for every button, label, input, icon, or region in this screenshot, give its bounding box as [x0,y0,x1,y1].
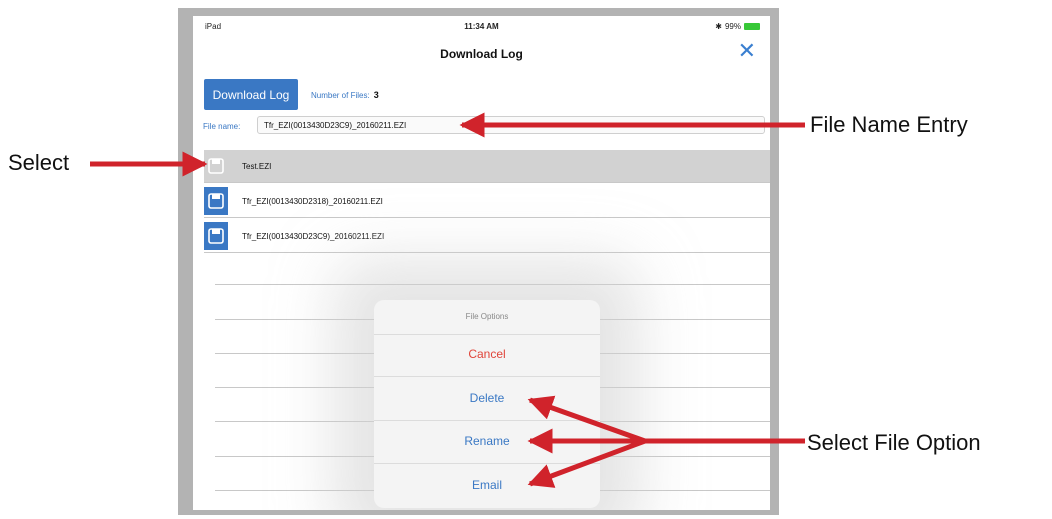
select-file-option-callout: Select File Option [807,430,981,455]
file-name-entry-callout: File Name Entry [810,112,968,137]
email-arrow [527,438,646,488]
delete-arrow [527,395,646,444]
select-callout: Select [8,150,70,175]
